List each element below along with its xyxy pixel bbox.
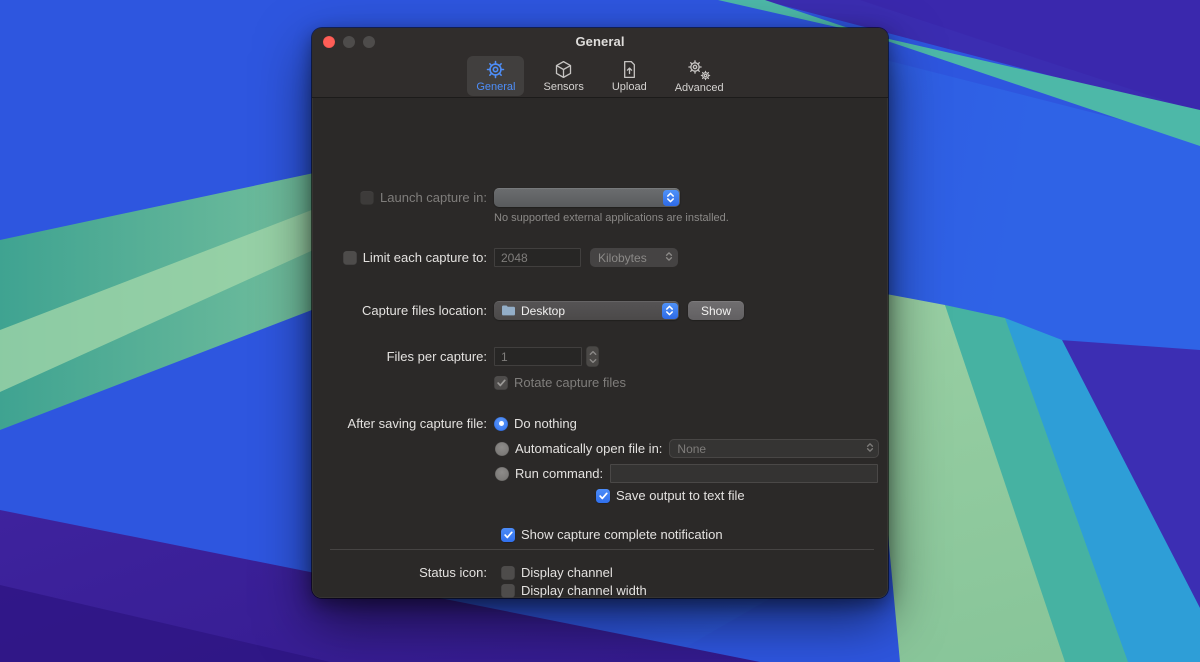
minimize-button[interactable] <box>343 36 355 48</box>
zoom-button[interactable] <box>363 36 375 48</box>
auto-open-value: None <box>677 442 706 456</box>
save-output-label: Save output to text file <box>616 488 745 503</box>
display-channel-width-checkbox[interactable] <box>501 584 515 598</box>
rotate-files-label: Rotate capture files <box>514 375 626 390</box>
do-nothing-radio[interactable] <box>494 417 508 431</box>
save-output-checkbox[interactable] <box>596 489 610 503</box>
limit-capture-label: Limit each capture to: <box>363 250 487 265</box>
launch-capture-helper: No supported external applications are i… <box>494 212 729 224</box>
general-pane: Launch capture in: No supported external… <box>312 98 888 598</box>
run-command-radio[interactable] <box>495 467 509 481</box>
launch-capture-checkbox[interactable] <box>360 191 374 205</box>
tab-general-label: General <box>476 81 515 93</box>
section-divider <box>330 549 874 550</box>
location-label: Capture files location: <box>362 303 487 318</box>
tab-upload-label: Upload <box>612 81 647 93</box>
close-button[interactable] <box>323 36 335 48</box>
tab-sensors[interactable]: Sensors <box>534 56 592 96</box>
window-title: General <box>312 34 888 49</box>
files-per-capture-stepper[interactable] <box>586 346 599 367</box>
show-button[interactable]: Show <box>688 301 744 320</box>
location-value: Desktop <box>521 304 565 318</box>
preferences-window: General General <box>312 28 888 598</box>
tab-general[interactable]: General <box>467 56 524 96</box>
limit-unit-select[interactable]: Kilobytes <box>590 248 678 267</box>
notification-label: Show capture complete notification <box>521 527 723 542</box>
cube-icon <box>553 59 574 80</box>
popup-chevrons-icon <box>866 441 874 456</box>
rotate-files-checkbox[interactable] <box>494 376 508 390</box>
notification-checkbox[interactable] <box>501 528 515 542</box>
display-channel-checkbox[interactable] <box>501 566 515 580</box>
titlebar: General <box>312 28 888 55</box>
display-channel-label: Display channel <box>521 565 613 580</box>
launch-capture-label: Launch capture in: <box>380 190 487 205</box>
desktop: General General <box>0 0 1200 662</box>
run-command-label: Run command: <box>515 466 603 481</box>
limit-size-field[interactable]: 2048 <box>494 248 581 267</box>
auto-open-label: Automatically open file in: <box>515 441 662 456</box>
tab-sensors-label: Sensors <box>543 81 583 93</box>
after-saving-label: After saving capture file: <box>348 416 487 431</box>
popup-chevrons-icon <box>662 303 678 319</box>
tab-upload[interactable]: Upload <box>603 56 656 96</box>
tab-advanced[interactable]: Advanced <box>666 56 733 97</box>
folder-icon <box>502 305 515 316</box>
upload-document-icon <box>619 59 640 80</box>
files-per-capture-label: Files per capture: <box>387 349 487 364</box>
display-channel-width-label: Display channel width <box>521 583 647 598</box>
auto-open-select[interactable]: None <box>669 439 879 458</box>
tab-advanced-label: Advanced <box>675 82 724 94</box>
limit-unit-value: Kilobytes <box>598 251 647 265</box>
files-per-capture-field[interactable]: 1 <box>494 347 582 366</box>
do-nothing-label: Do nothing <box>514 416 577 431</box>
auto-open-radio[interactable] <box>495 442 509 456</box>
limit-capture-checkbox[interactable] <box>343 251 357 265</box>
popup-chevrons-icon <box>663 190 679 206</box>
toolbar: General Sensors <box>312 55 888 97</box>
double-gear-icon <box>687 59 711 81</box>
location-select[interactable]: Desktop <box>494 301 679 320</box>
gear-icon <box>485 59 506 80</box>
popup-chevrons-icon <box>665 250 673 265</box>
launch-capture-select[interactable] <box>494 188 680 207</box>
run-command-field[interactable] <box>610 464 878 483</box>
status-icon-label: Status icon: <box>419 565 487 580</box>
